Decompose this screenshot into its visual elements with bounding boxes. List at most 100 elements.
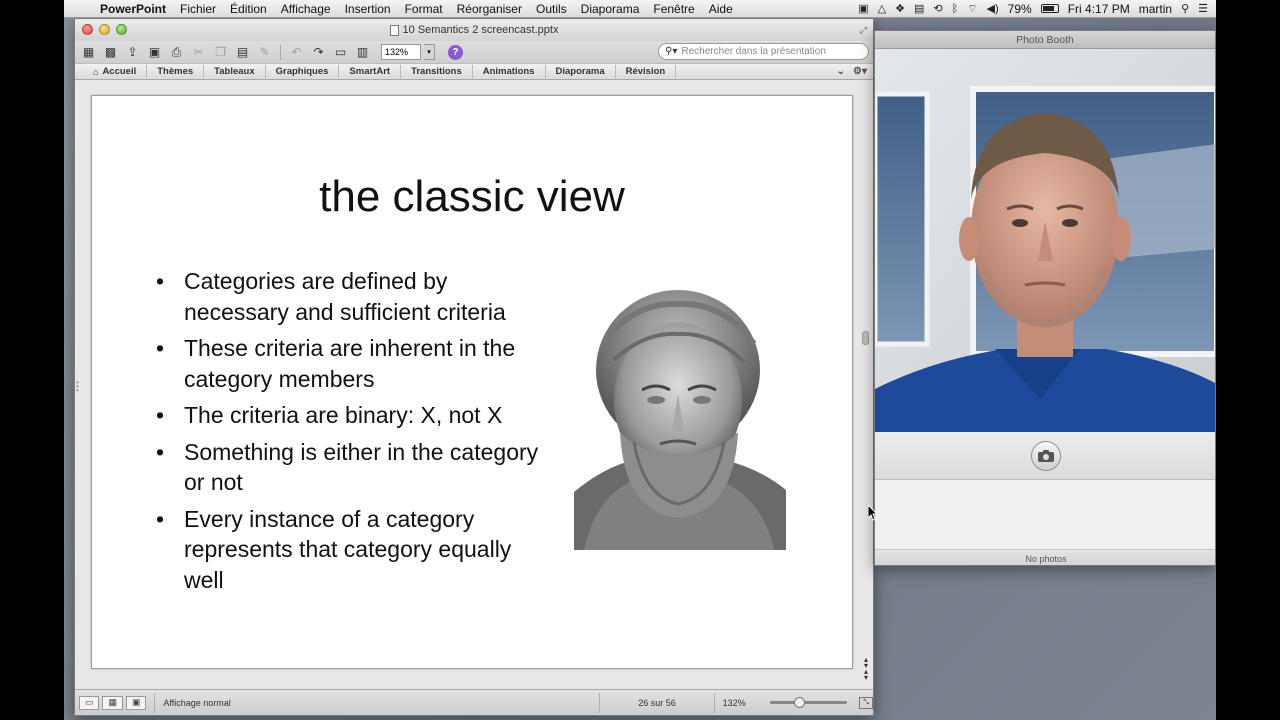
slide-sorter-button[interactable]: ▦: [102, 695, 123, 710]
menu-aide[interactable]: Aide: [702, 2, 740, 16]
ribbon-tabs: ⌂ Accueil Thèmes Tableaux Graphiques Smar…: [75, 63, 873, 80]
dropbox-icon[interactable]: ❖: [895, 2, 905, 15]
photobooth-footer: No photos: [875, 550, 1215, 565]
home-icon: ⌂: [93, 66, 99, 77]
slideshow-button[interactable]: ▣: [125, 695, 147, 710]
view-mode-label: Affichage normal: [163, 697, 231, 708]
menu-reorganiser[interactable]: Réorganiser: [450, 2, 529, 16]
take-photo-button[interactable]: [1031, 440, 1061, 471]
cut-icon[interactable]: ✂: [189, 43, 208, 61]
bullet-list[interactable]: Categories are defined by necessary and …: [156, 266, 556, 601]
zoom-slider[interactable]: [769, 697, 848, 708]
mouse-cursor: [868, 505, 878, 521]
ppt-title-bar: 10 Semantics 2 screencast.pptx ⤢: [75, 19, 873, 41]
tab-tableaux[interactable]: Tableaux: [204, 65, 266, 78]
scroll-thumb[interactable]: [862, 331, 869, 345]
volume-icon[interactable]: ◀): [987, 2, 999, 15]
print-icon[interactable]: ⎙: [167, 43, 186, 61]
search-field[interactable]: ⚲▾ Rechercher dans la présentation: [658, 43, 869, 60]
clock[interactable]: Fri 4:17 PM: [1068, 2, 1130, 16]
bullet-item: These criteria are inherent in the categ…: [156, 333, 556, 394]
slide-editor: ••• the classic view Categories are defi…: [75, 81, 873, 689]
undo-icon[interactable]: ↶: [287, 43, 306, 61]
tab-animations[interactable]: Animations: [473, 65, 546, 78]
slide-title[interactable]: the classic view: [92, 172, 852, 222]
menu-fenetre[interactable]: Fenêtre: [646, 2, 701, 16]
aristotle-bust-image[interactable]: [574, 282, 786, 550]
pane-grip-icon[interactable]: • • •: [76, 379, 79, 395]
minimize-button[interactable]: [99, 24, 110, 35]
slide-layout-icon[interactable]: ▭: [331, 43, 350, 61]
bluetooth-icon[interactable]: ᛒ: [952, 3, 959, 15]
zoom-dropdown-icon[interactable]: ▾: [424, 44, 435, 60]
menu-diaporama[interactable]: Diaporama: [574, 2, 647, 16]
tab-graphiques[interactable]: Graphiques: [266, 65, 340, 78]
paste-icon[interactable]: ▤: [233, 43, 252, 61]
tab-accueil[interactable]: ⌂ Accueil: [83, 65, 148, 78]
screen-recording-icon[interactable]: ▣: [858, 2, 868, 15]
powerpoint-window: 10 Semantics 2 screencast.pptx ⤢ ▦ ▩ ⇪ ▣…: [74, 18, 874, 716]
menu-outils[interactable]: Outils: [529, 2, 574, 16]
bullet-item: Every instance of a category represents …: [156, 504, 556, 596]
status-bar: ▭ ▦ ▣ Affichage normal 26 sur 56 132% ⤡: [75, 689, 873, 715]
menu-insertion[interactable]: Insertion: [338, 2, 398, 16]
open-icon[interactable]: ⇪: [123, 43, 142, 61]
ppt-window-title: 10 Semantics 2 screencast.pptx: [402, 24, 559, 36]
close-button[interactable]: [82, 24, 93, 35]
photo-tray: [875, 480, 1215, 550]
bullet-item: The criteria are binary: X, not X: [156, 400, 556, 431]
menu-bar: PowerPoint Fichier Édition Affichage Ins…: [64, 0, 1216, 18]
window-controls: [82, 24, 127, 35]
media-browser-icon[interactable]: ▥: [353, 43, 372, 61]
menu-affichage[interactable]: Affichage: [274, 2, 338, 16]
fit-to-window-icon[interactable]: ⤡: [859, 696, 873, 709]
tab-themes[interactable]: Thèmes: [147, 65, 205, 78]
user-name[interactable]: martin: [1139, 2, 1172, 16]
menu-format[interactable]: Format: [398, 2, 450, 16]
tab-diaporama[interactable]: Diaporama: [546, 65, 616, 78]
menu-edition[interactable]: Édition: [223, 2, 274, 16]
time-machine-icon[interactable]: ⟲: [933, 2, 942, 15]
battery-icon[interactable]: [1040, 4, 1059, 13]
screen: PowerPoint Fichier Édition Affichage Ins…: [64, 0, 1216, 720]
drive-icon[interactable]: △: [878, 2, 886, 15]
photobooth-title-bar: Photo Booth: [875, 31, 1215, 49]
status-separator: [599, 692, 601, 713]
help-icon[interactable]: ?: [448, 44, 463, 60]
photobooth-window: Photo Booth No photos: [874, 30, 1216, 566]
menu-app-name[interactable]: PowerPoint: [94, 2, 173, 16]
format-painter-icon[interactable]: ✎: [255, 43, 274, 61]
new-presentation-icon[interactable]: ▦: [79, 43, 98, 61]
search-icon: ⚲▾: [665, 46, 678, 57]
copy-icon[interactable]: ❐: [211, 43, 230, 61]
slide-canvas[interactable]: the classic view Categories are defined …: [91, 95, 853, 669]
ribbon-settings-icon[interactable]: ⚙▾: [853, 66, 867, 77]
notification-center-icon[interactable]: ☰: [1198, 2, 1208, 15]
photobooth-controls: [875, 432, 1215, 480]
collapse-ribbon-icon[interactable]: ⌄: [837, 66, 845, 77]
zoom-field[interactable]: 132%: [381, 44, 421, 60]
wifi-icon[interactable]: ⌔: [967, 2, 977, 16]
normal-view-button[interactable]: ▭: [79, 695, 100, 710]
notes-icon[interactable]: ▤: [914, 2, 924, 15]
status-separator: [713, 692, 715, 713]
tab-smartart[interactable]: SmartArt: [339, 65, 402, 78]
redo-icon[interactable]: ↷: [309, 43, 328, 61]
toolbar-separator: [280, 44, 281, 60]
tab-transitions[interactable]: Transitions: [401, 65, 473, 78]
standard-toolbar: ▦ ▩ ⇪ ▣ ⎙ ✂ ❐ ▤ ✎ ↶ ↷ ▭ ▥ 132% ▾ ? ⚲▾ Re…: [75, 41, 873, 63]
fullscreen-icon[interactable]: ⤢: [860, 25, 867, 36]
battery-percent[interactable]: 79%: [1008, 2, 1032, 16]
vertical-scrollbar[interactable]: ▴ ▾ ▴ ▾: [861, 81, 871, 689]
gallery-icon[interactable]: ▩: [101, 43, 120, 61]
zoom-percent: 132%: [722, 697, 746, 708]
tab-revision[interactable]: Révision: [616, 65, 677, 78]
tab-label: Accueil: [102, 66, 137, 77]
menu-fichier[interactable]: Fichier: [173, 2, 223, 16]
zoom-button[interactable]: [116, 24, 127, 35]
bullet-item: Categories are defined by necessary and …: [156, 266, 556, 327]
slide-nav-arrows-icon[interactable]: ▴ ▾ ▴ ▾: [861, 656, 871, 682]
spotlight-icon[interactable]: ⚲: [1181, 2, 1189, 15]
slide-count: 26 sur 56: [638, 697, 676, 708]
save-icon[interactable]: ▣: [145, 43, 164, 61]
